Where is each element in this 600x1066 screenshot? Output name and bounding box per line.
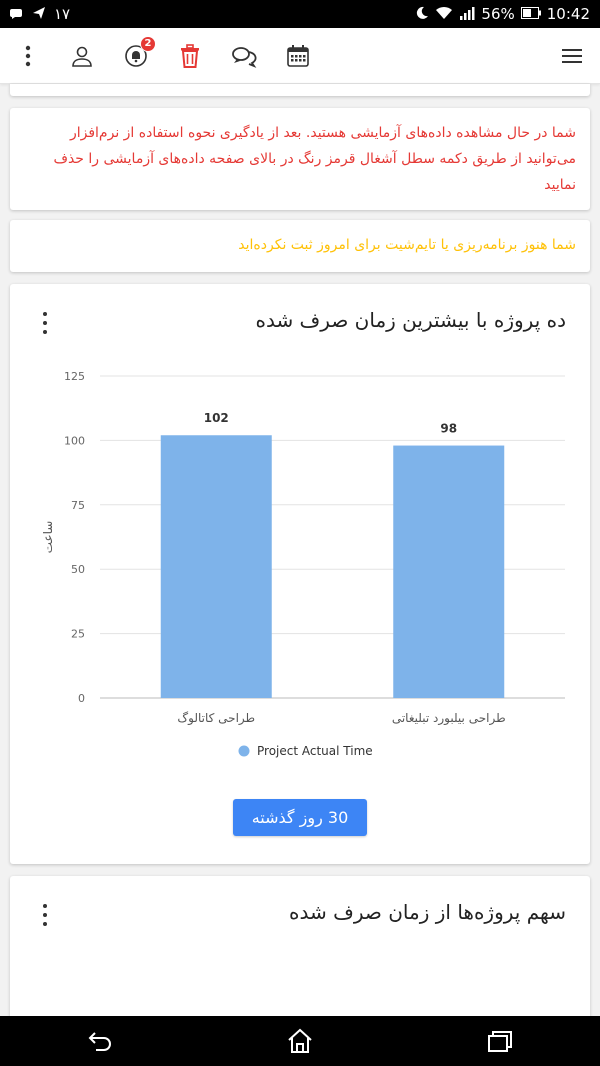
clock: 10:42 xyxy=(546,5,590,23)
back-icon[interactable] xyxy=(80,1021,120,1061)
y-tick-label: 100 xyxy=(64,434,85,447)
status-number: ۱۷ xyxy=(54,5,71,23)
moon-icon xyxy=(415,6,429,23)
kebab-menu-icon[interactable] xyxy=(14,42,42,70)
chat-icon[interactable] xyxy=(230,42,258,70)
app-bar: 2 xyxy=(0,28,600,84)
bar-data-label: 98 xyxy=(440,422,457,436)
legend-marker xyxy=(238,745,250,757)
y-tick-label: 125 xyxy=(64,370,85,383)
notification-icon xyxy=(10,6,24,23)
bar-data-label: 102 xyxy=(204,411,229,425)
system-nav-bar xyxy=(0,1016,600,1066)
battery-percent: 56% xyxy=(481,5,515,23)
bar xyxy=(160,435,272,698)
calendar-icon[interactable] xyxy=(284,42,312,70)
top-projects-chart-card: ده پروژه با بیشترین زمان صرف شده 0 25 50 75… xyxy=(10,284,590,864)
wifi-icon xyxy=(435,6,453,23)
share-card-menu-icon[interactable] xyxy=(40,904,50,926)
no-timesheet-alert-text: شما هنوز برنامه‌ریزی یا تایم‌شیت برای ام… xyxy=(238,237,576,253)
bar xyxy=(393,445,505,698)
x-tick-label: طراحی کاتالوگ xyxy=(177,711,255,726)
legend-label: Project Actual Time xyxy=(257,744,373,758)
user-icon[interactable] xyxy=(68,42,96,70)
battery-icon xyxy=(520,6,541,22)
project-share-card: سهم پروژه‌ها از زمان صرف شده xyxy=(10,876,590,1026)
hamburger-menu-icon[interactable] xyxy=(558,42,586,70)
x-tick-label: طراحی بیلبورد تبلیغاتی xyxy=(392,711,506,726)
share-card-title: سهم پروژه‌ها از زمان صرف شده xyxy=(289,900,566,924)
bar-chart: 0 25 50 75 100 125 ساعت 102 طراحی کاتالوگ 98 طراحی… xyxy=(41,370,565,758)
messenger-icon xyxy=(32,6,46,23)
home-icon[interactable] xyxy=(280,1021,320,1061)
y-tick-label: 0 xyxy=(78,692,85,705)
no-timesheet-alert: شما هنوز برنامه‌ریزی یا تایم‌شیت برای ام… xyxy=(10,220,590,272)
y-tick-label: 50 xyxy=(71,563,85,576)
recent-apps-icon[interactable] xyxy=(480,1021,520,1061)
y-axis-label: ساعت xyxy=(41,521,55,554)
y-tick-label: 25 xyxy=(71,628,85,641)
signal-icon xyxy=(459,6,475,23)
trash-icon[interactable] xyxy=(176,42,204,70)
y-tick-label: 75 xyxy=(71,499,85,512)
range-30-days-button[interactable]: 30 روز گذشته xyxy=(233,799,367,836)
demo-data-alert: شما در حال مشاهده داده‌های آزمایشی هستید… xyxy=(10,108,590,210)
status-bar: ۱۷ 56% 10:42 xyxy=(0,0,600,28)
bell-icon[interactable]: 2 xyxy=(122,35,156,70)
demo-data-alert-text: شما در حال مشاهده داده‌های آزمایشی هستید… xyxy=(53,125,576,193)
notification-badge: 2 xyxy=(140,35,156,52)
scrolled-card-stub xyxy=(10,84,590,96)
